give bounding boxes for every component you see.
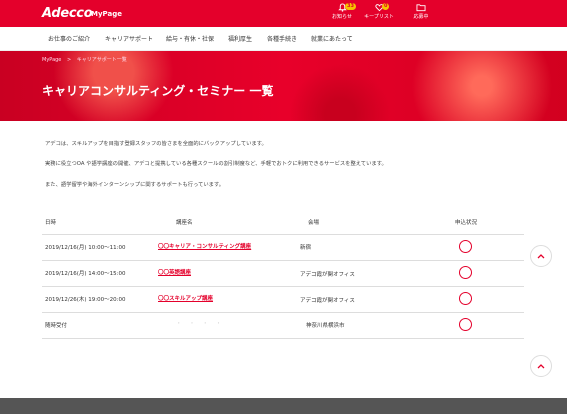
breadcrumb-current: キャリアサポート一覧 (76, 57, 127, 63)
intro-line-2: 実務に役立つOA や語学講座の開催、アデコと提携している各種スクールの割引制度な… (45, 161, 387, 167)
table-divider (42, 338, 524, 339)
adecco-logo[interactable]: Adecco (42, 6, 93, 21)
nav-procedures[interactable]: 各種手続き (267, 34, 297, 43)
row1-venue: 新宿 (300, 245, 312, 251)
keep-list-button[interactable]: 0 キープリスト (359, 3, 399, 20)
table-divider (42, 234, 524, 235)
row4-venue: 神奈川県横浜市 (306, 323, 345, 329)
table-divider (42, 260, 524, 261)
breadcrumb: MyPage > キャリアサポート一覧 (42, 56, 131, 63)
intro-line-1: アデコは、スキルアップを目指す登録スタッフの皆さまを全面的にバックアップしていま… (45, 141, 267, 147)
notifications-button[interactable]: 33 お知らせ (322, 3, 362, 20)
keep-list-badge: 0 (382, 3, 390, 10)
table-divider (42, 286, 524, 287)
header-venue: 会場 (308, 220, 320, 226)
row3-venue: アデコ霞が関オフィス (300, 298, 355, 304)
main-nav: お仕事のご紹介 キャリアサポート 給与・有休・社保 福利厚生 各種手続き 就業に… (0, 27, 567, 51)
breadcrumb-mypage[interactable]: MyPage (42, 57, 61, 63)
footer (0, 398, 567, 414)
scroll-top-button[interactable] (530, 245, 552, 267)
header-course: 講座名 (176, 220, 193, 226)
row3-date: 2019/12/26(木) 19:00〜20:00 (45, 297, 126, 303)
top-header: Adecco MyPage 33 お知らせ 0 キープリスト 応募中 (0, 0, 567, 27)
row4-available-icon[interactable] (459, 318, 472, 331)
notifications-badge: 33 (345, 3, 356, 10)
row2-course-link[interactable]: 〇〇英語講座 (158, 268, 191, 276)
row3-course-link[interactable]: 〇〇スキルアップ講座 (158, 294, 213, 302)
nav-benefits[interactable]: 福利厚生 (228, 34, 252, 43)
row2-date: 2019/12/16(月) 14:00〜15:00 (45, 271, 126, 277)
breadcrumb-separator: > (66, 57, 72, 63)
hero-banner: MyPage > キャリアサポート一覧 キャリアコンサルティング・セミナー 一覧 (0, 51, 567, 121)
row2-venue: アデコ霞が関オフィス (300, 272, 355, 278)
row1-course-link[interactable]: 〇〇キャリア・コンサルティング講座 (158, 242, 251, 250)
intro-line-3: また、語学留学や海外インターンシップに関するサポートも行っています。 (45, 182, 225, 188)
mypage-label: MyPage (91, 10, 122, 18)
row1-date: 2019/12/16(月) 10:00〜11:00 (45, 245, 126, 251)
nav-career-support[interactable]: キャリアサポート (105, 34, 153, 43)
table-divider (42, 312, 524, 313)
header-status: 申込状況 (455, 220, 478, 226)
row3-available-icon[interactable] (459, 292, 472, 305)
scroll-top-button[interactable] (530, 355, 552, 377)
folder-icon (416, 4, 426, 12)
row1-available-icon[interactable] (459, 240, 472, 253)
nav-working[interactable]: 就業にあたって (311, 34, 353, 43)
keep-list-label: キープリスト (364, 14, 394, 20)
nav-jobs[interactable]: お仕事のご紹介 (48, 34, 90, 43)
chevron-up-icon (537, 254, 545, 259)
nav-salary[interactable]: 給与・有休・社保 (166, 34, 214, 43)
row4-course: ・ ・ ・ ・ (176, 321, 225, 327)
applications-label: 応募中 (413, 14, 429, 20)
page-title: キャリアコンサルティング・セミナー 一覧 (42, 84, 274, 98)
notifications-label: お知らせ (332, 14, 352, 20)
applications-button[interactable]: 応募中 (401, 3, 441, 20)
row4-date: 随時受付 (45, 323, 68, 329)
row2-available-icon[interactable] (459, 266, 472, 279)
header-date: 日時 (45, 220, 57, 226)
chevron-up-icon (537, 364, 545, 369)
